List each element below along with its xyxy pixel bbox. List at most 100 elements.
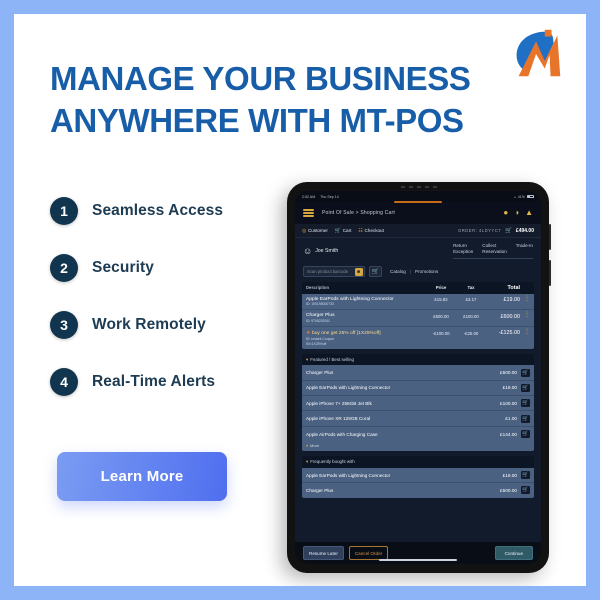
camera-icon[interactable]: ■ bbox=[354, 267, 363, 276]
order-id: ORDER: 4LDYYC7 bbox=[457, 228, 502, 233]
user-icon[interactable]: ● bbox=[503, 209, 508, 217]
product-name: Charger Plus bbox=[306, 487, 334, 493]
promotion-tag-icon: ★ bbox=[306, 330, 311, 337]
product-price: £19.00 bbox=[502, 472, 517, 478]
poster-card: Manage Your Business Anywhere With MT-PO… bbox=[14, 14, 586, 586]
list-item[interactable]: Apple EarPods with Lightning Connector £… bbox=[302, 468, 534, 484]
add-to-cart-icon[interactable]: 🛒 bbox=[521, 486, 530, 495]
cart-item-total: £19.00 bbox=[503, 296, 521, 303]
add-to-cart-button[interactable]: 🛒 bbox=[369, 266, 382, 278]
list-item[interactable]: Apple iPhone 7+ 256GB Jet Blk £100.00 🛒 bbox=[302, 396, 534, 412]
resume-later-button[interactable]: Resume Later bbox=[303, 546, 344, 560]
cart-icon: 🛒 bbox=[334, 227, 342, 234]
customer-block[interactable]: ☺ Joe Smith bbox=[303, 243, 338, 259]
feature-number-badge: 2 bbox=[50, 253, 78, 282]
column-price: Price bbox=[435, 285, 447, 291]
feature-label: Work Remotely bbox=[92, 315, 206, 333]
cart-item-tax: £100.00 bbox=[463, 313, 479, 319]
list-item[interactable]: Apple EarPods with Lightning Connector £… bbox=[302, 381, 534, 397]
add-to-cart-icon[interactable]: 🛒 bbox=[521, 430, 530, 439]
headline-line-1: Manage Your Business bbox=[50, 60, 471, 97]
row-overflow-menu-icon[interactable]: ⋮ bbox=[520, 329, 530, 346]
frequently-bought-header[interactable]: ▾ Frequently bought with bbox=[302, 456, 534, 468]
tab-trade-in[interactable]: Trade-In bbox=[516, 243, 533, 255]
cart-item-description: Apple EarPods with Lightning Connector I… bbox=[306, 297, 426, 307]
featured-panel-header[interactable]: ▾ Featured / Best selling bbox=[302, 353, 534, 366]
cart-item-description: ★ buy one get 25% off [1X25%off] ID: Inst… bbox=[306, 330, 426, 346]
tab-line-2: Exception bbox=[453, 249, 474, 255]
frequently-bought-list: Apple EarPods with Lightning Connector £… bbox=[302, 467, 534, 498]
show-more-link[interactable]: ▾ More bbox=[302, 441, 534, 452]
cart-table: Description Price Tax Total Apple EarPod… bbox=[302, 282, 534, 349]
feature-number-badge: 3 bbox=[50, 310, 78, 339]
home-indicator bbox=[379, 559, 457, 561]
cart-item-price: -£100.00 bbox=[432, 330, 450, 336]
product-price: £500.00 bbox=[500, 370, 517, 376]
cart-item-total: £600.00 bbox=[500, 313, 521, 320]
device-volume-button bbox=[549, 224, 551, 250]
tab-checkout[interactable]: ☷ Checkout bbox=[358, 228, 384, 234]
column-tax: Tax bbox=[467, 285, 475, 291]
cart-item-price: £500.00 bbox=[433, 313, 449, 319]
cart-item-name: Charger Plus bbox=[306, 313, 335, 319]
add-to-cart-icon[interactable]: 🛒 bbox=[521, 383, 530, 392]
featured-list: Charger Plus £500.00 🛒 Apple EarPods wit… bbox=[302, 365, 534, 442]
tab-cart[interactable]: 🛒 Cart bbox=[335, 228, 352, 234]
catalog-link[interactable]: Catalog bbox=[390, 269, 406, 274]
add-to-cart-icon[interactable]: 🛒 bbox=[521, 414, 530, 423]
table-row[interactable]: Apple EarPods with Lightning Connector I… bbox=[302, 293, 534, 311]
table-row[interactable]: Charger Plus ID: 9708202911 £500.00 £100… bbox=[302, 310, 534, 328]
device-power-button bbox=[549, 260, 551, 286]
feature-label: Security bbox=[92, 258, 154, 276]
breadcrumb[interactable]: Point Of Sale > Shopping Cart bbox=[322, 210, 395, 216]
column-description: Description bbox=[306, 284, 330, 290]
product-price: £144.00 bbox=[500, 431, 517, 437]
product-price: £19.00 bbox=[502, 385, 517, 391]
add-to-cart-icon[interactable]: 🛒 bbox=[521, 368, 530, 377]
learn-more-button[interactable]: Learn More bbox=[57, 452, 227, 501]
list-item[interactable]: Charger Plus £500.00 🛒 bbox=[302, 365, 534, 381]
promotions-link[interactable]: Promotions bbox=[415, 269, 438, 274]
cart-item-tax: £3.17 bbox=[465, 297, 477, 303]
cart-icon: 🛒 bbox=[371, 269, 380, 276]
cart-icon[interactable]: 🛒 bbox=[505, 228, 512, 234]
product-price: £500.00 bbox=[500, 487, 517, 493]
feature-item-4: 4 Real-Time Alerts bbox=[50, 353, 290, 410]
tablet-device-mockup: 2:52 AM Thu Sep 14 ▵ 41% Point Of Sale >… bbox=[287, 182, 551, 573]
checkout-icon: ☷ bbox=[358, 227, 363, 234]
cancel-order-button[interactable]: Cancel Order bbox=[348, 546, 389, 560]
tab-collect-reservation[interactable]: Collect Reservation bbox=[482, 243, 507, 255]
secondary-action-tabs: Return Exception Collect Reservation Tra… bbox=[453, 243, 533, 260]
tab-return-exception[interactable]: Return Exception bbox=[453, 243, 473, 255]
status-time: 2:52 AM bbox=[302, 194, 316, 199]
add-to-cart-icon[interactable]: 🛒 bbox=[521, 399, 530, 408]
product-name: Charger Plus bbox=[306, 370, 334, 376]
list-item[interactable]: Apple iPhone XR 128GB Coral £1.00 🛒 bbox=[302, 411, 534, 427]
frequently-bought-panel: ▾ Frequently bought with Apple EarPods wi… bbox=[302, 456, 534, 498]
clock-icon[interactable]: ◑ bbox=[514, 209, 519, 217]
add-to-cart-icon[interactable]: 🛒 bbox=[521, 471, 530, 479]
list-item[interactable]: Apple AirPods with Charging Case £144.00… bbox=[302, 427, 534, 441]
tab-customer[interactable]: ◎ Customer bbox=[302, 228, 328, 234]
column-actions bbox=[520, 285, 530, 291]
featured-panel: ▾ Featured / Best selling Charger Plus £5… bbox=[302, 353, 534, 452]
cart-item-name: ★ buy one get 25% off [1X25%off] bbox=[306, 330, 426, 336]
cart-item-serial: SN:1X25%off bbox=[306, 341, 327, 346]
product-price: £100.00 bbox=[500, 400, 517, 406]
table-row[interactable]: ★ buy one get 25% off [1X25%off] ID: Inst… bbox=[302, 327, 534, 349]
link-separator: | bbox=[409, 269, 412, 275]
app-header: Point Of Sale > Shopping Cart ● ◑ ▲ bbox=[295, 201, 541, 224]
list-item[interactable]: Charger Plus £500.00 🛒 bbox=[302, 483, 534, 497]
bell-icon[interactable]: ▲ bbox=[525, 209, 533, 217]
row-overflow-menu-icon[interactable]: ⋮ bbox=[520, 296, 530, 307]
product-name: Apple AirPods with Charging Case bbox=[306, 431, 378, 437]
chevron-down-icon: ▾ bbox=[306, 459, 309, 465]
more-label: More bbox=[310, 443, 320, 449]
hamburger-menu-icon[interactable] bbox=[303, 207, 314, 219]
continue-button[interactable]: Continue bbox=[494, 546, 533, 560]
row-overflow-menu-icon[interactable]: ⋮ bbox=[520, 312, 530, 323]
feature-number-badge: 4 bbox=[50, 367, 78, 396]
product-price: £1.00 bbox=[505, 416, 517, 422]
barcode-scan-input[interactable]: Scan product barcode ■ bbox=[303, 266, 365, 278]
customer-row: ☺ Joe Smith Return Exception Collect Res… bbox=[295, 238, 541, 261]
